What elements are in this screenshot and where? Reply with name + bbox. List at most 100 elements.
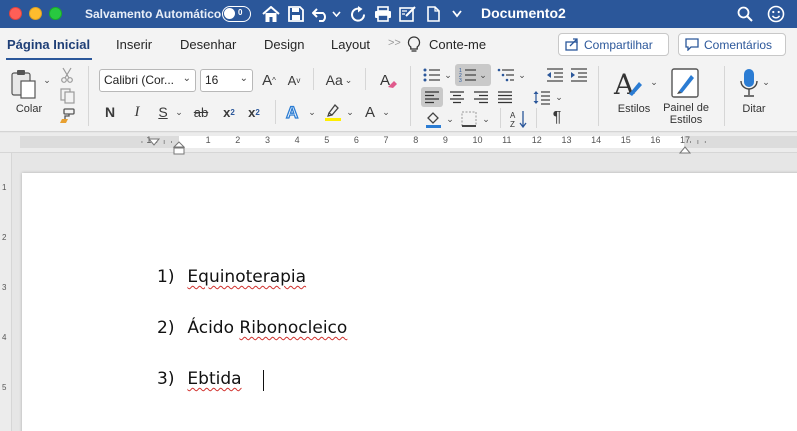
undo-icon[interactable] — [311, 4, 331, 24]
styles-pane-icon[interactable] — [669, 66, 701, 100]
group-divider — [536, 108, 537, 128]
microphone-icon[interactable] — [738, 67, 760, 99]
show-formatting-marks-button[interactable]: ¶ — [548, 108, 566, 128]
justify-icon[interactable] — [494, 87, 516, 107]
font-name-chevron-down-icon: ⌄ — [182, 73, 191, 84]
tab-design[interactable]: Design — [264, 37, 304, 52]
document-page[interactable]: 1) Equinoterapia 2) Ácido Ribonocleico 3… — [22, 173, 797, 431]
paste-clipboard-icon[interactable] — [10, 68, 38, 100]
vertical-ruler[interactable]: 1 2 3 4 5 — [0, 153, 12, 431]
right-indent-marker[interactable] — [678, 141, 692, 159]
comments-button[interactable]: Comentários — [678, 33, 786, 56]
multilevel-dropdown-icon[interactable]: ⌄ — [516, 67, 526, 83]
undo-dropdown-icon[interactable] — [330, 4, 342, 24]
share-label: Compartilhar — [584, 37, 653, 52]
numbering-list-button[interactable]: 123 ⌄ — [455, 64, 491, 86]
minimize-window-button[interactable] — [29, 7, 42, 20]
list-item-word-misspelled: Ribonocleico — [239, 318, 348, 338]
hanging-indent-marker[interactable] — [172, 141, 186, 160]
styles-gallery-icon[interactable]: A — [612, 67, 648, 101]
ruler-number: 14 — [591, 135, 602, 145]
sort-az-icon[interactable]: AZ — [509, 109, 529, 129]
decrease-indent-icon[interactable] — [545, 66, 565, 84]
align-center-icon[interactable] — [446, 87, 468, 107]
highlight-dropdown-icon[interactable]: ⌄ — [344, 103, 354, 121]
horizontal-ruler[interactable]: 1 1 2 3 4 5 6 7 8 9 10 11 12 13 14 15 16 17 — [0, 133, 797, 155]
svg-text:A: A — [510, 111, 516, 120]
feedback-smiley-icon[interactable] — [766, 4, 786, 24]
change-case-button[interactable]: Aa ⌄ — [322, 70, 356, 90]
styles-pane-label-1: Painel de — [663, 102, 709, 114]
subscript-button[interactable]: x2 — [220, 102, 238, 122]
home-icon[interactable] — [261, 4, 281, 24]
bullets-list-icon[interactable] — [422, 66, 442, 84]
underline-dropdown-icon[interactable]: ⌄ — [173, 103, 183, 121]
shading-dropdown-icon[interactable]: ⌄ — [444, 111, 454, 127]
borders-dropdown-icon[interactable]: ⌄ — [480, 111, 490, 127]
text-effects-icon[interactable]: A — [283, 101, 305, 123]
dictate-label: Ditar — [742, 103, 766, 115]
share-button[interactable]: Compartilhar — [558, 33, 669, 56]
align-left-button[interactable] — [421, 87, 443, 107]
document-title: Documento2 — [481, 5, 566, 21]
svg-text:Z: Z — [510, 120, 515, 128]
dictate-dropdown-icon[interactable]: ⌄ — [760, 74, 770, 90]
print-icon[interactable] — [373, 4, 393, 24]
styles-dropdown-icon[interactable]: ⌄ — [648, 74, 658, 90]
svg-text:A: A — [286, 103, 298, 122]
new-document-icon[interactable] — [423, 4, 443, 24]
ruler-number: 8 — [413, 135, 419, 145]
shading-icon[interactable] — [424, 110, 442, 128]
tab-inserir[interactable]: Inserir — [116, 37, 152, 52]
tell-me-search[interactable]: Conte-me — [429, 37, 486, 52]
list-item-text: Equinoterapia — [187, 267, 307, 287]
text-effects-dropdown-icon[interactable]: ⌄ — [306, 103, 316, 121]
zoom-window-button[interactable] — [49, 7, 62, 20]
list-item[interactable]: 1) Equinoterapia — [157, 267, 306, 287]
search-icon[interactable] — [735, 4, 755, 24]
grow-font-button[interactable]: A ^ — [259, 70, 279, 90]
first-line-indent-marker[interactable] — [147, 133, 161, 151]
list-item-word-acido: Ácido — [187, 318, 234, 338]
align-right-icon[interactable] — [470, 87, 492, 107]
list-item[interactable]: 2) Ácido Ribonocleico — [157, 318, 347, 338]
group-divider — [275, 100, 276, 124]
highlight-color-icon[interactable] — [323, 101, 343, 123]
font-color-button[interactable]: A — [361, 101, 379, 123]
list-item-number: 2) — [157, 318, 175, 338]
italic-button[interactable]: I — [130, 102, 144, 122]
tab-desenhar[interactable]: Desenhar — [180, 37, 236, 52]
font-color-dropdown-icon[interactable]: ⌄ — [380, 103, 390, 121]
underline-button[interactable]: S — [155, 102, 171, 122]
paste-dropdown-icon[interactable]: ⌄ — [41, 74, 51, 86]
svg-text:3: 3 — [459, 78, 462, 82]
more-tabs-chevron-icon[interactable]: >> — [388, 37, 401, 49]
autosave-toggle[interactable]: 0 — [222, 6, 251, 22]
cut-scissors-icon[interactable] — [58, 66, 76, 84]
shrink-font-button[interactable]: Av — [284, 70, 304, 90]
borders-icon[interactable] — [460, 110, 478, 128]
clear-formatting-icon[interactable]: A — [377, 69, 399, 91]
redo-icon[interactable] — [348, 4, 368, 24]
copy-icon[interactable] — [58, 87, 76, 105]
superscript-button[interactable]: x2 — [245, 102, 263, 122]
font-name-select[interactable]: Calibri (Cor... ⌄ — [99, 69, 196, 92]
strikethrough-button[interactable]: ab — [190, 102, 212, 122]
tab-pagina-inicial[interactable]: Página Inicial — [7, 37, 90, 52]
customize-toolbar-icon[interactable] — [450, 4, 464, 24]
list-item[interactable]: 3) Ebtida — [157, 369, 242, 389]
tab-layout[interactable]: Layout — [331, 37, 370, 52]
multilevel-list-icon[interactable] — [496, 66, 516, 84]
edit-document-icon[interactable] — [398, 4, 418, 24]
save-icon[interactable] — [286, 4, 306, 24]
list-item-text: Ácido Ribonocleico — [187, 318, 347, 338]
format-painter-icon[interactable] — [58, 107, 76, 125]
subscript-2-icon: 2 — [230, 107, 235, 117]
line-spacing-dropdown-icon[interactable]: ⌄ — [553, 89, 563, 105]
font-size-select[interactable]: 16 ⌄ — [200, 69, 253, 92]
close-window-button[interactable] — [9, 7, 22, 20]
bold-button[interactable]: N — [102, 102, 118, 122]
bullets-dropdown-icon[interactable]: ⌄ — [442, 67, 452, 83]
increase-indent-icon[interactable] — [569, 66, 589, 84]
line-spacing-icon[interactable] — [533, 87, 551, 107]
